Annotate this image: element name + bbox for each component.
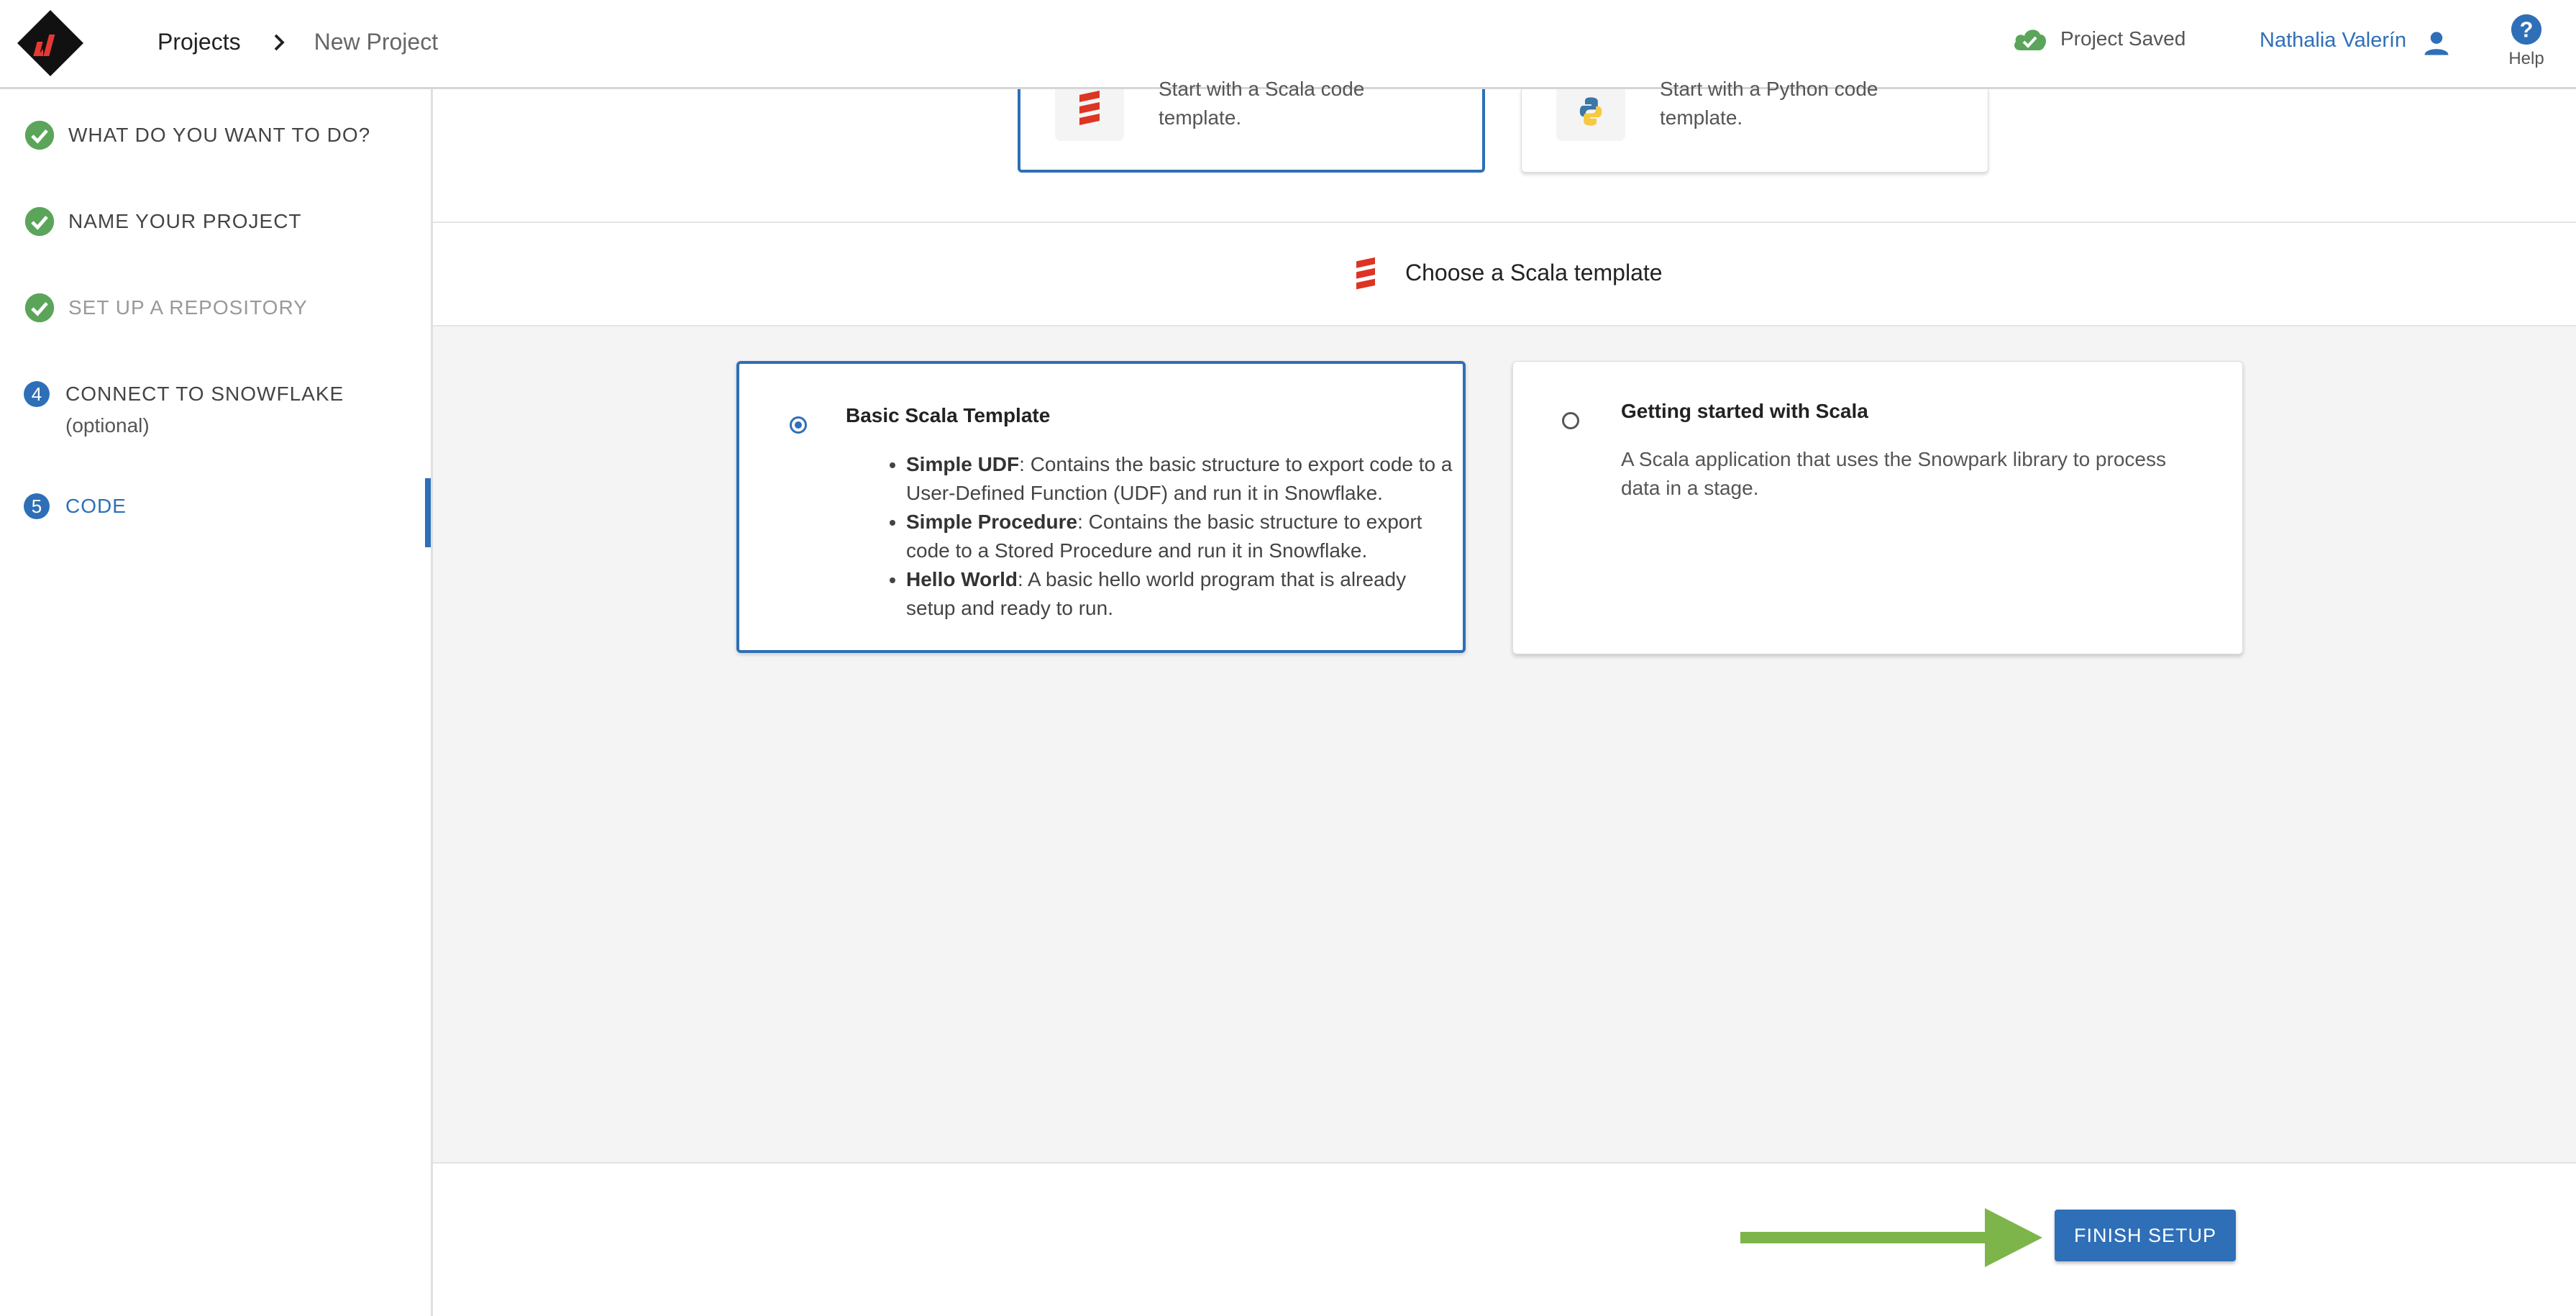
check-circle-icon [24, 206, 55, 237]
svg-text:?: ? [2520, 18, 2534, 42]
breadcrumb-current: New Project [314, 29, 439, 55]
feature-name: Simple Procedure [906, 511, 1078, 533]
help-button[interactable]: ? Help [2505, 13, 2548, 69]
language-selection-area: Start with a Scala code template. Start … [433, 78, 2576, 223]
scala-icon-box [1055, 89, 1124, 141]
check-circle-icon [24, 293, 55, 323]
sidebar-step-label: CONNECT TO SNOWFLAKE [65, 383, 344, 405]
person-icon[interactable] [2421, 27, 2452, 59]
save-status-text: Project Saved [2060, 27, 2186, 50]
help-circle-icon: ? [2511, 14, 2542, 45]
template-card-basic-scala[interactable]: Basic Scala Template Simple UDF: Contain… [736, 361, 1466, 653]
step-number-badge: 4 [24, 381, 50, 407]
template-title: Basic Scala Template [846, 404, 1051, 426]
finish-setup-button[interactable]: FINISH SETUP [2055, 1210, 2236, 1261]
python-card-text: Start with a Python code template. [1660, 78, 1878, 129]
python-logo-icon [1579, 97, 1602, 126]
sidebar-step-label: WHAT DO YOU WANT TO DO? [68, 124, 371, 146]
app-logo-icon[interactable] [16, 9, 85, 78]
feature-name: Simple UDF [906, 453, 1020, 475]
scala-logo-icon [1356, 257, 1375, 290]
chevron-right-icon [274, 34, 285, 50]
arrow-right-icon [1740, 1208, 2042, 1267]
sidebar-step-sublabel: (optional) [65, 414, 150, 437]
list-item: Simple UDF: Contains the basic structure… [906, 450, 1453, 508]
sidebar-step-repository[interactable]: SET UP A REPOSITORY [24, 292, 308, 324]
help-label: Help [2508, 49, 2544, 68]
list-item: Simple Procedure: Contains the basic str… [906, 508, 1453, 565]
sidebar-step-label: CODE [65, 495, 127, 517]
save-status: Project Saved [2011, 26, 2186, 52]
wizard-footer [433, 1162, 2576, 1316]
python-language-card[interactable]: Start with a Python code template. [1521, 78, 1988, 173]
list-item: Hello World: A basic hello world program… [906, 565, 1453, 623]
active-step-indicator [425, 478, 431, 547]
template-feature-list: Simple UDF: Contains the basic structure… [906, 450, 1453, 623]
sidebar-step-label: SET UP A REPOSITORY [68, 296, 308, 319]
scala-card-text: Start with a Scala code template. [1159, 78, 1365, 129]
user-name-link[interactable]: Nathalia Valerín [2260, 29, 2406, 52]
template-radio-unselected[interactable] [1562, 412, 1579, 429]
feature-name: Hello World [906, 568, 1018, 590]
template-card-getting-started[interactable]: Getting started with Scala A Scala appli… [1512, 361, 2243, 654]
sidebar-step-what-to-do[interactable]: WHAT DO YOU WANT TO DO? [24, 119, 370, 151]
sidebar-step-label: NAME YOUR PROJECT [68, 210, 302, 232]
section-title: Choose a Scala template [1405, 260, 1663, 285]
sidebar-step-connect-snowflake[interactable]: 4 CONNECT TO SNOWFLAKE (optional) [24, 378, 344, 442]
python-icon-box [1556, 89, 1625, 141]
template-description: A Scala application that uses the Snowpa… [1621, 448, 2166, 499]
cloud-check-icon [2014, 29, 2046, 50]
scala-language-card[interactable]: Start with a Scala code template. [1018, 78, 1485, 173]
check-circle-icon [24, 120, 55, 150]
scala-logo-icon [1079, 91, 1100, 125]
breadcrumb: Projects New Project [157, 29, 438, 55]
template-title: Getting started with Scala [1621, 400, 1868, 422]
wizard-sidebar [0, 89, 433, 1316]
sidebar-step-code[interactable]: 5 CODE [24, 490, 127, 522]
template-radio-selected[interactable] [790, 416, 807, 434]
step-number-badge: 5 [24, 493, 50, 519]
sidebar-step-name-project[interactable]: NAME YOUR PROJECT [24, 206, 302, 237]
breadcrumb-projects-link[interactable]: Projects [157, 29, 241, 55]
